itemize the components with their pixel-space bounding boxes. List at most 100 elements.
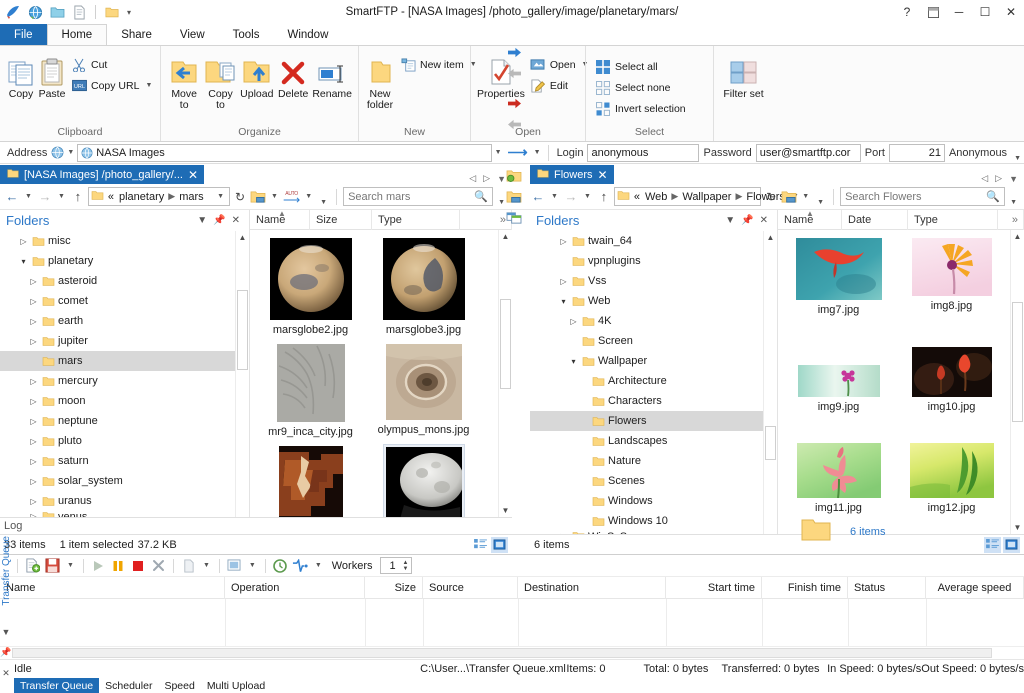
copy-queue-icon[interactable] bbox=[180, 557, 197, 575]
chevron-right-icon[interactable]: ▷ bbox=[28, 337, 39, 346]
search-icon[interactable]: 🔍 bbox=[474, 190, 488, 203]
right-crumb-2[interactable]: Wallpaper bbox=[681, 191, 732, 203]
right-column-date[interactable]: Date bbox=[842, 210, 908, 230]
maximize-button[interactable]: ☐ bbox=[972, 1, 998, 23]
file-item[interactable] bbox=[254, 444, 367, 517]
pause-icon[interactable] bbox=[110, 557, 127, 575]
right-local-dropdown-icon[interactable]: ▼ bbox=[799, 193, 812, 200]
invert-selection-button[interactable]: Invert selection bbox=[591, 98, 690, 119]
tree-node-selected[interactable]: mars bbox=[0, 351, 235, 371]
folder-quick-icon[interactable] bbox=[103, 3, 121, 21]
chevron-right-icon[interactable]: ▷ bbox=[558, 532, 569, 534]
select-none-button[interactable]: Select none bbox=[591, 77, 690, 98]
connect-dropdown-icon[interactable]: ▼ bbox=[531, 149, 544, 156]
right-local-folder-icon[interactable] bbox=[781, 190, 797, 204]
chevron-right-icon[interactable]: ▷ bbox=[28, 317, 39, 326]
open-button[interactable]: Open ▼ bbox=[526, 54, 593, 75]
copy-to-button[interactable]: Copy to bbox=[202, 51, 238, 113]
left-remote-dropdown-icon[interactable]: ▼ bbox=[268, 193, 281, 200]
save-queue-dropdown-icon[interactable]: ▼ bbox=[64, 562, 77, 569]
right-back-dropdown-icon[interactable]: ▼ bbox=[548, 193, 561, 200]
queue-rows[interactable] bbox=[0, 599, 1024, 646]
bottom-tab-scheduler[interactable]: Scheduler bbox=[99, 678, 158, 693]
save-queue-icon[interactable] bbox=[44, 557, 61, 575]
right-column-overflow[interactable]: » bbox=[998, 210, 1024, 230]
tree-node[interactable]: Architecture bbox=[530, 371, 763, 391]
scroll-down-icon[interactable]: ▼ bbox=[502, 504, 510, 517]
right-tab-scroll-right-icon[interactable]: ▷ bbox=[995, 173, 1002, 184]
address-globe-icon[interactable] bbox=[51, 146, 64, 159]
right-tab-scroll-left-icon[interactable]: ◁ bbox=[981, 173, 988, 184]
chevron-down-icon[interactable]: ▾ bbox=[18, 257, 29, 266]
queue-col-name[interactable]: Name bbox=[0, 577, 225, 599]
left-tree-pin-icon[interactable]: 📌 bbox=[210, 215, 228, 226]
folder-sync-icon[interactable] bbox=[504, 165, 524, 186]
right-file-grid[interactable]: img7.jpg bbox=[778, 230, 1010, 534]
queue-col-size[interactable]: Size bbox=[365, 577, 423, 599]
left-list-scrollbar[interactable]: ▲ ▼ bbox=[498, 230, 512, 517]
tree-node[interactable]: ▷ twain_64 bbox=[530, 231, 763, 251]
delete-arrow-right-icon[interactable] bbox=[504, 93, 524, 114]
thumbnail-view-button[interactable] bbox=[491, 537, 508, 553]
right-crumb-1[interactable]: Web bbox=[644, 191, 668, 203]
dock-menu-icon[interactable]: ▼ bbox=[2, 627, 11, 637]
tree-node[interactable]: ▷ venus bbox=[0, 511, 235, 517]
left-tab-close-icon[interactable]: ✕ bbox=[188, 169, 198, 181]
bottom-tab-transfer-queue[interactable]: Transfer Queue bbox=[14, 678, 99, 693]
right-tab[interactable]: Flowers ✕ bbox=[530, 165, 614, 184]
right-list-scrollbar[interactable]: ▲ ▼ bbox=[1010, 230, 1024, 534]
left-autotransfer-icon[interactable]: AUTO ⟶ bbox=[283, 191, 300, 203]
right-tree-items[interactable]: ▷ twain_64 vpnplugins ▷ bbox=[530, 230, 777, 534]
file-item-selected[interactable] bbox=[367, 444, 480, 517]
tree-node[interactable]: ▷ 4K bbox=[530, 311, 763, 331]
chevron-down-icon[interactable]: ▾ bbox=[568, 357, 579, 366]
queue-col-source[interactable]: Source bbox=[423, 577, 518, 599]
delete-button[interactable]: Delete bbox=[275, 51, 311, 102]
left-search-input[interactable]: Search mars 🔍 bbox=[343, 187, 493, 206]
chevron-right-icon[interactable]: ▷ bbox=[28, 437, 39, 446]
tree-node[interactable]: ▷ mercury bbox=[0, 371, 235, 391]
left-refresh-button[interactable]: ↻ bbox=[232, 187, 248, 207]
tree-node-selected[interactable]: Flowers bbox=[530, 411, 763, 431]
chevron-right-icon[interactable]: ▷ bbox=[28, 417, 39, 426]
dock-close-icon[interactable]: ✕ bbox=[2, 668, 10, 679]
chevron-right-icon[interactable]: ▷ bbox=[568, 317, 579, 326]
tree-node[interactable]: Characters bbox=[530, 391, 763, 411]
tree-node[interactable]: ▷ moon bbox=[0, 391, 235, 411]
scroll-down-icon[interactable]: ▼ bbox=[1014, 521, 1022, 534]
chevron-right-icon[interactable]: ▷ bbox=[18, 237, 29, 246]
left-list-scroll-thumb[interactable] bbox=[500, 299, 511, 389]
left-breadcrumb[interactable]: « planetary ▶ mars ▼ bbox=[88, 187, 230, 206]
new-folder-quick-icon[interactable] bbox=[48, 3, 66, 21]
rename-button[interactable]: Rename bbox=[311, 51, 353, 102]
tab-home[interactable]: Home bbox=[47, 24, 108, 45]
details-view-button[interactable] bbox=[472, 537, 489, 553]
tree-node[interactable]: ▷ solar_system bbox=[0, 471, 235, 491]
file-item[interactable]: img9.jpg bbox=[782, 345, 895, 435]
right-tab-nav[interactable]: ◁ ▷ ▼ bbox=[981, 173, 1024, 184]
chevron-right-icon[interactable]: ▷ bbox=[558, 237, 569, 246]
right-tree-scrollbar[interactable]: ▲ ▼ bbox=[763, 231, 777, 534]
right-breadcrumb[interactable]: « Web ▶ Wallpaper ▶ Flowers ▼ bbox=[614, 187, 761, 206]
scroll-up-icon[interactable]: ▲ bbox=[502, 230, 510, 243]
right-details-view-button[interactable] bbox=[984, 537, 1001, 553]
speed-limit-icon[interactable] bbox=[292, 557, 309, 575]
tab-tools[interactable]: Tools bbox=[219, 24, 274, 45]
upload-arrow-right-icon[interactable] bbox=[504, 42, 524, 63]
queue-hscroll-thumb[interactable] bbox=[12, 648, 992, 658]
chevron-right-icon[interactable]: ▷ bbox=[28, 477, 39, 486]
copy-queue-dropdown-icon[interactable]: ▼ bbox=[200, 562, 213, 569]
left-tab[interactable]: [NASA Images] /photo_gallery/... ✕ bbox=[0, 165, 204, 184]
chevron-right-icon[interactable]: ▷ bbox=[28, 497, 39, 506]
right-tab-list-icon[interactable]: ▼ bbox=[1009, 174, 1018, 184]
window-tile-icon[interactable] bbox=[504, 207, 524, 228]
tree-node[interactable]: ▷ earth bbox=[0, 311, 235, 331]
select-all-button[interactable]: Select all bbox=[591, 56, 690, 77]
workers-stepper[interactable]: 1 ▲▼ bbox=[380, 557, 412, 574]
chevron-right-icon[interactable]: ▷ bbox=[28, 377, 39, 386]
left-crumb-1[interactable]: planetary bbox=[118, 191, 165, 203]
move-to-button[interactable]: Move to bbox=[166, 51, 202, 113]
left-column-type[interactable]: Type bbox=[372, 210, 460, 230]
file-item[interactable]: img7.jpg bbox=[782, 236, 895, 339]
qat-dropdown-icon[interactable]: ▾ bbox=[125, 8, 133, 17]
